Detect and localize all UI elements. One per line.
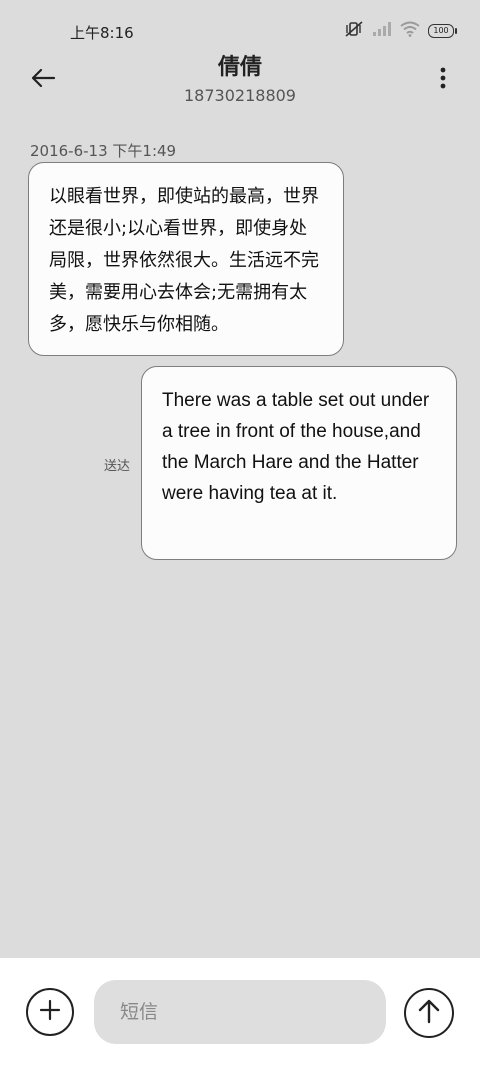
delivery-status: 送达 [104, 459, 131, 474]
add-attachment-button[interactable] [26, 988, 74, 1036]
battery-icon: 100 [428, 24, 457, 38]
contact-info: 倩倩 18730218809 [0, 54, 480, 105]
outgoing-message-bubble[interactable]: There was a table set out under a tree i… [141, 366, 457, 560]
conversation-header: 倩倩 18730218809 [0, 52, 480, 112]
message-input-container[interactable] [94, 980, 386, 1044]
more-options-button[interactable] [426, 62, 460, 98]
contact-name: 倩倩 [217, 55, 262, 80]
message-input[interactable] [118, 1000, 362, 1024]
add-icon [39, 999, 61, 1025]
more-vertical-icon [440, 67, 446, 93]
signal-icon [372, 21, 392, 41]
status-bar: 上午8:16 100 [0, 0, 480, 60]
status-icons: 100 [344, 20, 457, 42]
contact-phone-number: 18730218809 [184, 86, 296, 105]
send-arrow-icon [417, 998, 441, 1028]
message-timestamp: 2016-6-13 下午1:49 [30, 142, 177, 160]
wifi-icon [400, 21, 420, 41]
incoming-message-bubble[interactable]: 以眼看世界，即使站的最高，世界还是很小;以心看世界，即使身处局限，世界依然很大。… [28, 162, 344, 356]
message-composer [0, 958, 480, 1066]
mute-vibrate-icon [344, 20, 364, 42]
status-time: 上午8:16 [70, 24, 134, 42]
send-button[interactable] [404, 988, 454, 1038]
